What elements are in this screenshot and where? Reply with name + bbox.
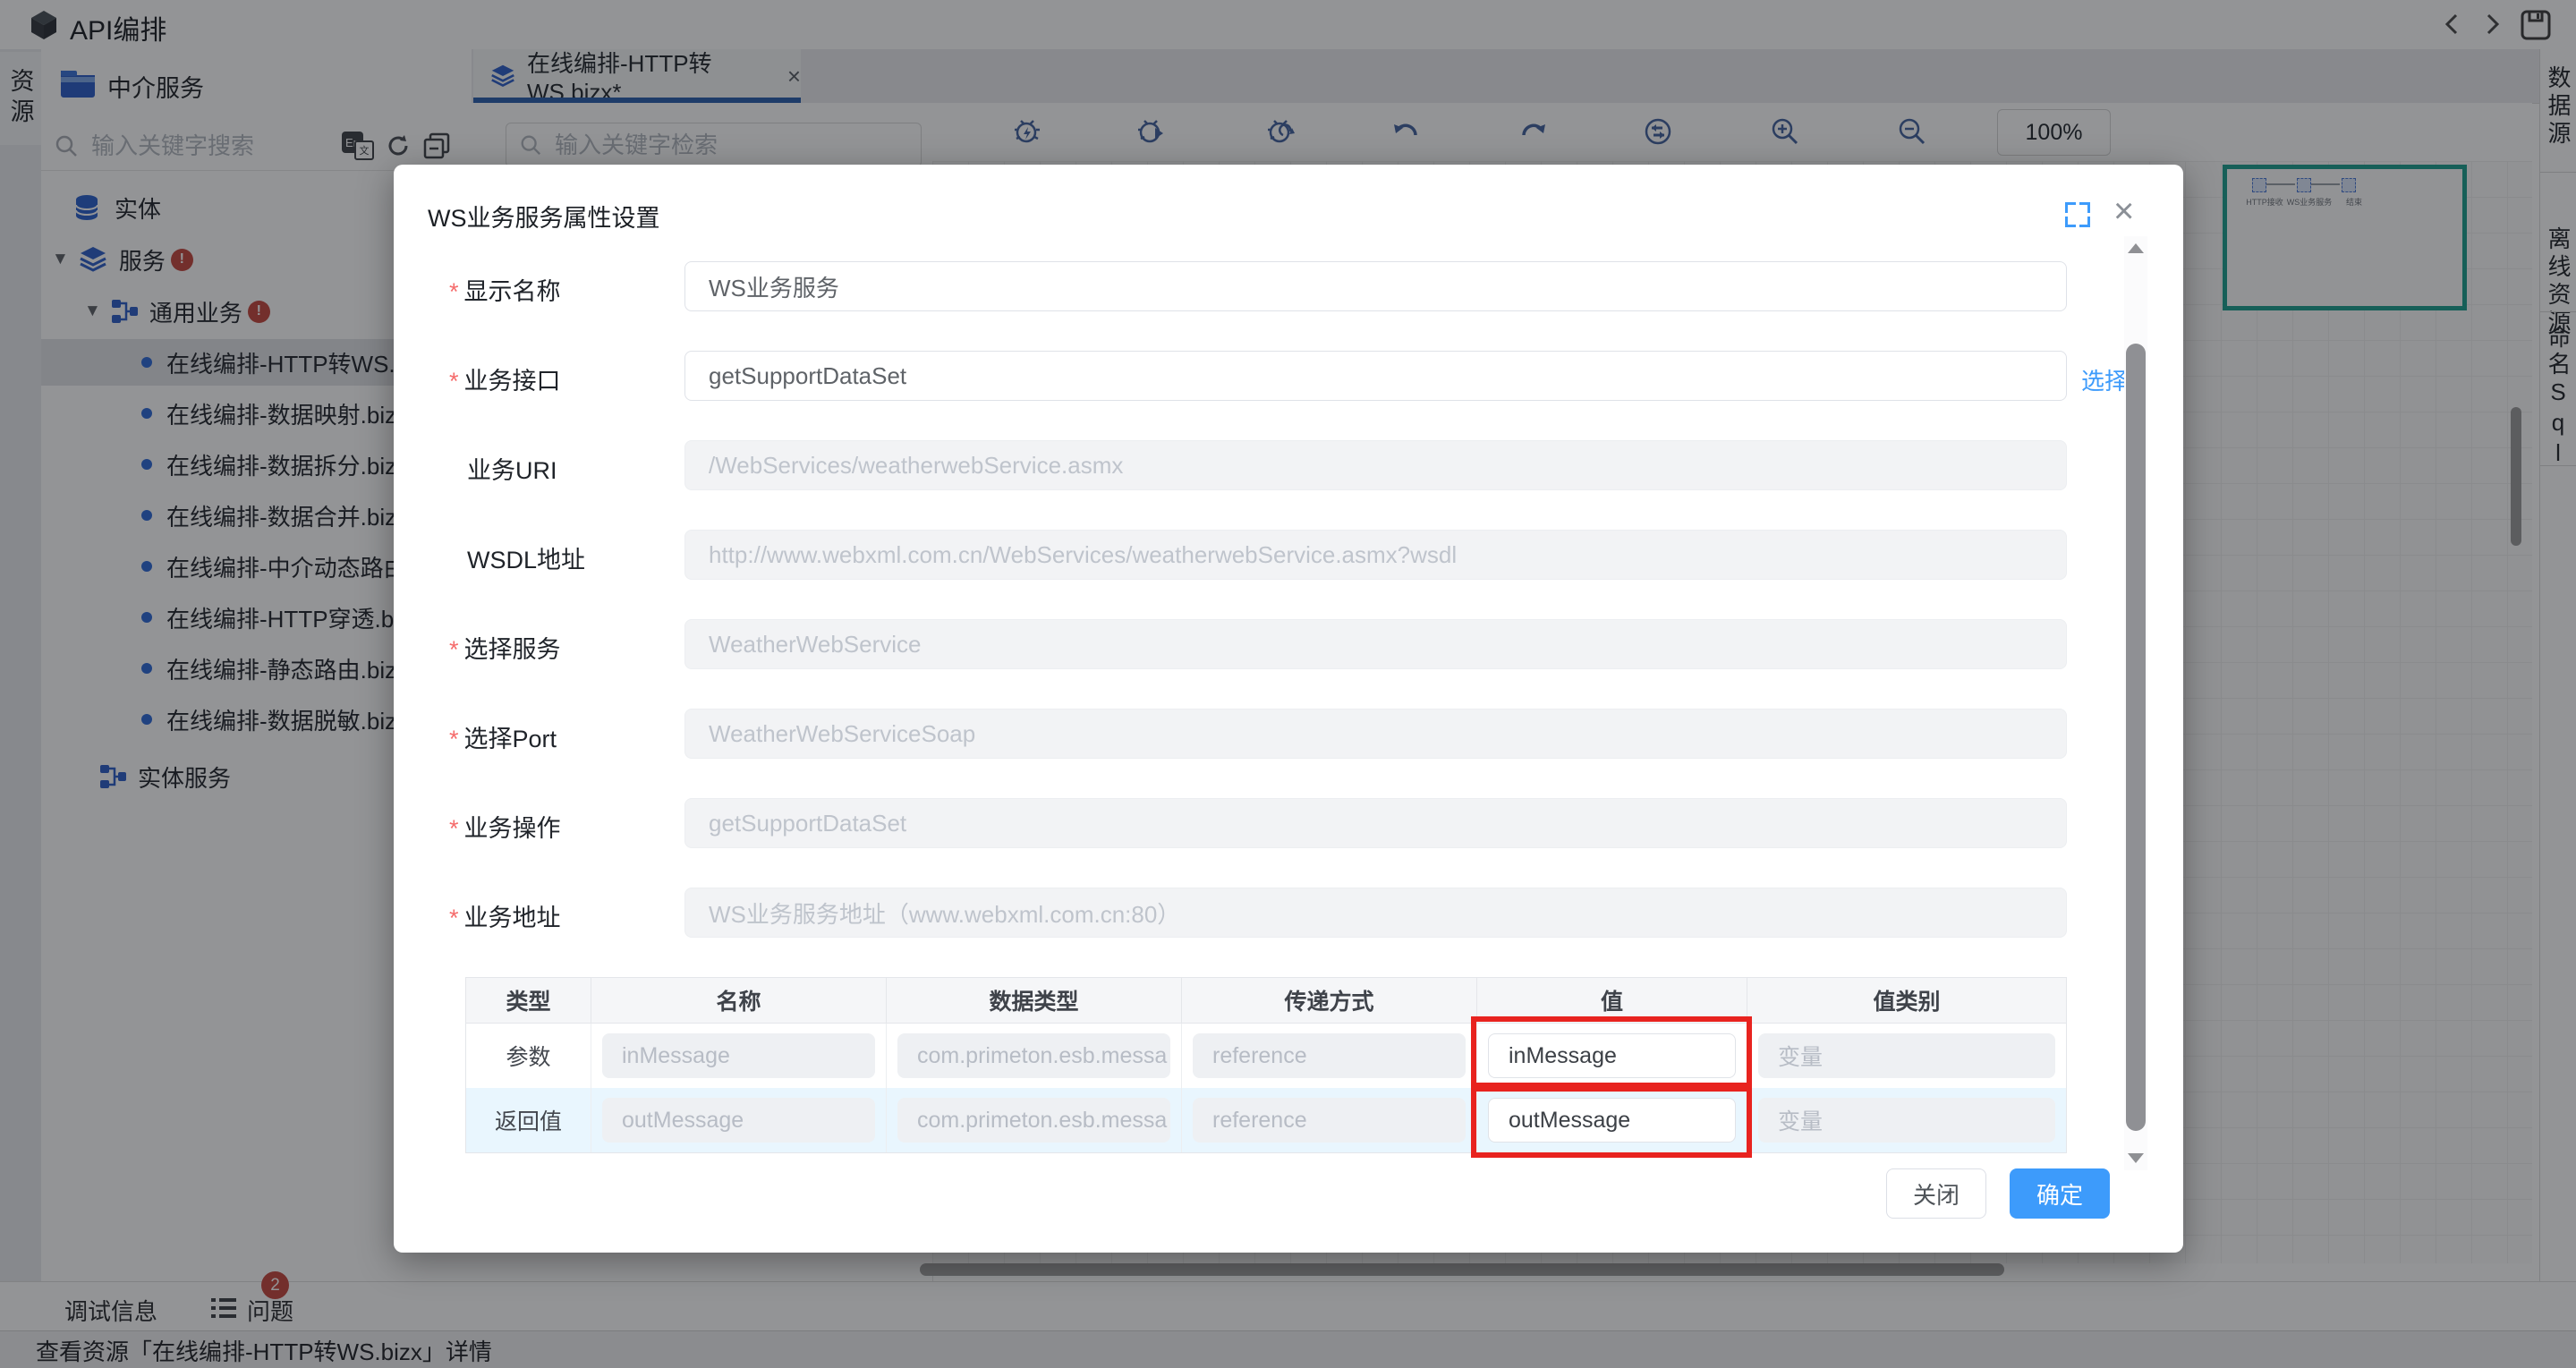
return-value-input[interactable]: outMessage: [1488, 1098, 1736, 1143]
scroll-up-icon[interactable]: [2128, 243, 2144, 253]
field-label: *业务操作: [449, 809, 673, 844]
app-window: API编排 资源 中介服务: [0, 0, 2576, 1368]
business-address-input: WS业务服务地址（www.webxml.com.cn:80）: [684, 888, 2067, 938]
dialog-scrollbar-thumb[interactable]: [2126, 344, 2146, 1131]
ws-service-properties-dialog: WS业务服务属性设置 × *显示名称 WS业务服务 *业务接口 getSuppo…: [394, 165, 2183, 1253]
required-marker: *: [449, 368, 459, 395]
business-interface-input[interactable]: getSupportDataSet: [684, 351, 2067, 401]
ok-button[interactable]: 确定: [2010, 1168, 2110, 1219]
required-marker: *: [449, 815, 459, 842]
col-header-valuekind: 值类别: [1747, 978, 2066, 1023]
required-marker: *: [449, 278, 459, 305]
dialog-title: WS业务服务属性设置: [428, 199, 660, 234]
col-header-datatype: 数据类型: [887, 978, 1182, 1023]
col-header-type: 类型: [466, 978, 591, 1023]
table-header-row: 类型 名称 数据类型 传递方式 值 值类别: [466, 978, 2066, 1024]
field-label: *选择服务: [449, 630, 673, 665]
display-name-input[interactable]: WS业务服务: [684, 261, 2067, 311]
col-header-name: 名称: [591, 978, 887, 1023]
field-label: *选择Port: [449, 719, 673, 754]
required-marker: *: [449, 726, 459, 752]
param-name-input: inMessage: [602, 1033, 875, 1078]
field-label: *业务接口: [449, 361, 673, 396]
select-link[interactable]: 选择: [2081, 363, 2128, 396]
parameters-table: 类型 名称 数据类型 传递方式 值 值类别 参数 inMessage com.p…: [465, 977, 2067, 1153]
return-passmode-input: reference: [1193, 1098, 1466, 1143]
field-label: WSDL地址: [449, 540, 673, 575]
table-row: 返回值 outMessage com.primeton.esb.messa re…: [466, 1088, 2066, 1152]
param-datatype-input: com.primeton.esb.messa: [897, 1033, 1170, 1078]
param-passmode-input: reference: [1193, 1033, 1466, 1078]
wsdl-address-input: http://www.webxml.com.cn/WebServices/wea…: [684, 530, 2067, 580]
required-marker: *: [449, 905, 459, 931]
field-label: 业务URI: [449, 451, 673, 486]
row-type-label: 参数: [466, 1024, 591, 1088]
table-row: 参数 inMessage com.primeton.esb.messa refe…: [466, 1024, 2066, 1088]
field-label: *显示名称: [449, 272, 673, 307]
select-service-input: WeatherWebService: [684, 619, 2067, 669]
fullscreen-icon[interactable]: [2065, 202, 2090, 227]
select-port-input: WeatherWebServiceSoap: [684, 709, 2067, 759]
required-marker: *: [449, 636, 459, 663]
business-uri-input: /WebServices/weatherwebService.asmx: [684, 440, 2067, 490]
return-valuekind-input: 变量: [1758, 1098, 2055, 1143]
param-valuekind-input: 变量: [1758, 1033, 2055, 1078]
col-header-passmode: 传递方式: [1182, 978, 1477, 1023]
param-value-input[interactable]: inMessage: [1488, 1033, 1736, 1078]
return-datatype-input: com.primeton.esb.messa: [897, 1098, 1170, 1143]
dialog-close-icon[interactable]: ×: [2113, 191, 2134, 232]
close-button[interactable]: 关闭: [1886, 1168, 1986, 1219]
scroll-down-icon[interactable]: [2128, 1153, 2144, 1163]
field-label: *业务地址: [449, 898, 673, 933]
business-operation-input: getSupportDataSet: [684, 798, 2067, 848]
return-name-input: outMessage: [602, 1098, 875, 1143]
row-type-label: 返回值: [466, 1088, 591, 1152]
col-header-value: 值: [1477, 978, 1747, 1023]
